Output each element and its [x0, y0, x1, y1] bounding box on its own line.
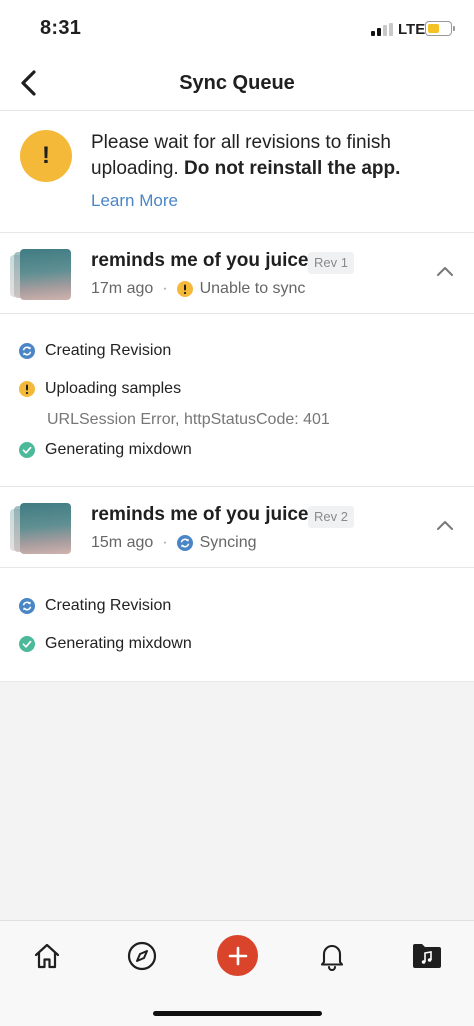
nav-bar: Sync Queue	[0, 56, 474, 111]
tab-home[interactable]	[29, 938, 65, 974]
step-label: Generating mixdown	[45, 441, 192, 458]
revision-status: Unable to sync	[199, 280, 306, 297]
bell-icon	[320, 945, 344, 971]
sync-icon	[19, 598, 35, 614]
step-label: Generating mixdown	[45, 635, 192, 652]
step-item: Creating Revision	[19, 597, 171, 615]
home-icon	[34, 943, 60, 969]
revision-steps: Creating Revision Generating mixdown	[0, 568, 474, 682]
sync-notice: ! Please wait for all revisions to finis…	[0, 112, 474, 233]
battery-icon	[425, 21, 455, 36]
revision-thumbnail	[10, 249, 72, 301]
check-icon	[19, 442, 35, 458]
tab-notifications[interactable]	[314, 938, 350, 974]
network-label: LTE	[398, 21, 426, 38]
library-icon	[413, 944, 441, 968]
revision-meta: 15m ago · Syncing	[91, 534, 257, 552]
warning-icon	[19, 381, 35, 397]
learn-more-link[interactable]: Learn More	[91, 191, 178, 211]
page-title: Sync Queue	[179, 72, 295, 94]
revision-header[interactable]: reminds me of you juice Rev 1 17m ago · …	[0, 234, 474, 314]
revision-badge: Rev 1	[308, 252, 354, 274]
revision-time: 17m ago	[91, 280, 154, 297]
chevron-up-icon[interactable]	[435, 264, 455, 278]
step-item: Generating mixdown	[19, 635, 192, 653]
empty-area	[0, 682, 474, 920]
step-label: Uploading samples	[45, 380, 182, 397]
step-item: Creating Revision	[19, 342, 171, 360]
signal-icon	[371, 23, 393, 36]
revision-header[interactable]: reminds me of you juice Rev 2 15m ago · …	[0, 488, 474, 568]
warning-icon: !	[20, 130, 72, 182]
step-item: Uploading samples	[19, 380, 181, 398]
revision-steps: Creating Revision Uploading samples URLS…	[0, 314, 474, 487]
sync-icon	[176, 535, 193, 551]
step-error: URLSession Error, httpStatusCode: 401	[47, 411, 330, 428]
meta-separator: ·	[162, 280, 168, 297]
revision-meta: 17m ago · Unable to sync	[91, 280, 305, 298]
tab-bar	[0, 920, 474, 1026]
add-button[interactable]	[217, 935, 258, 976]
revision-thumbnail	[10, 503, 72, 555]
meta-separator: ·	[162, 534, 168, 551]
revision-time: 15m ago	[91, 534, 154, 551]
revision-title: reminds me of you juice	[91, 504, 309, 525]
tab-library[interactable]	[409, 938, 445, 974]
revision-badge: Rev 2	[308, 506, 354, 528]
home-indicator	[153, 1011, 322, 1016]
notice-text: Please wait for all revisions to finish …	[91, 130, 461, 182]
sync-icon	[19, 343, 35, 359]
check-icon	[19, 636, 35, 652]
step-label: Creating Revision	[45, 597, 172, 614]
chevron-up-icon[interactable]	[435, 518, 455, 532]
revision-title: reminds me of you juice	[91, 250, 309, 271]
tab-explore[interactable]	[124, 938, 160, 974]
revision-status: Syncing	[199, 534, 257, 551]
step-item: Generating mixdown	[19, 441, 192, 459]
step-label: Creating Revision	[45, 342, 172, 359]
notice-warning: Do not reinstall the app.	[183, 158, 401, 179]
compass-icon	[127, 941, 157, 971]
warning-icon	[176, 281, 193, 297]
status-bar: 8:31 LTE	[0, 0, 474, 56]
add-icon	[228, 946, 247, 965]
status-time: 8:31	[40, 17, 82, 39]
